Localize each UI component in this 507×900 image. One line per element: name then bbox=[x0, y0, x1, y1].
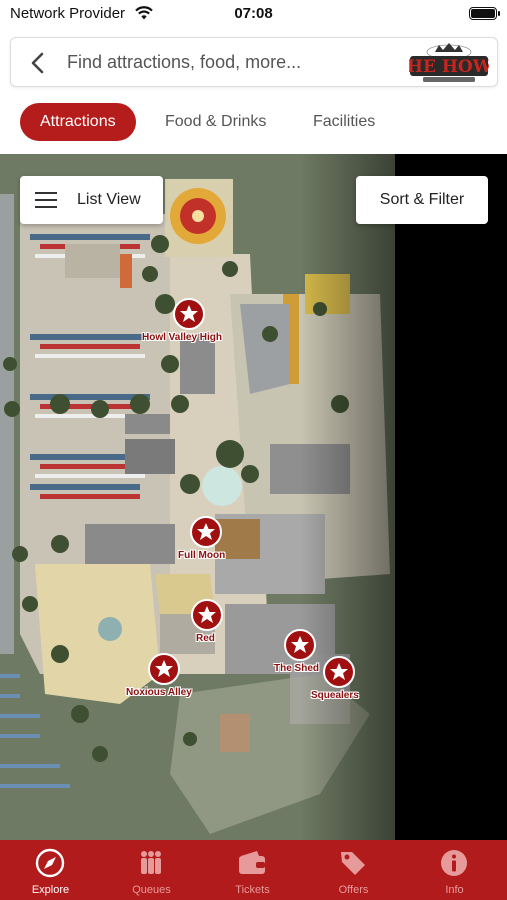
list-view-button[interactable]: List View bbox=[20, 176, 163, 224]
marker-howl-valley-high[interactable]: Howl Valley High bbox=[142, 332, 222, 343]
map-image bbox=[0, 154, 507, 840]
nav-queues-label: Queues bbox=[132, 884, 171, 896]
category-tabs: Attractions Food & Drinks Facilities bbox=[0, 96, 507, 154]
queue-icon bbox=[141, 851, 161, 874]
compass-icon bbox=[35, 848, 65, 878]
svg-text:THE HOWL: THE HOWL bbox=[409, 57, 489, 77]
info-icon bbox=[441, 850, 467, 876]
nav-info[interactable]: Info bbox=[404, 840, 505, 900]
nav-offers[interactable]: Offers bbox=[303, 840, 404, 900]
marker-the-shed[interactable]: The Shed bbox=[274, 663, 319, 674]
the-howl-logo: THE HOWL bbox=[409, 43, 489, 82]
tab-food-drinks[interactable]: Food & Drinks bbox=[165, 103, 266, 141]
nav-info-label: Info bbox=[445, 884, 464, 896]
nav-explore-label: Explore bbox=[31, 884, 70, 896]
nav-tickets[interactable]: Tickets bbox=[202, 840, 303, 900]
nav-queues[interactable]: Queues bbox=[101, 840, 202, 900]
clock: 07:08 bbox=[234, 5, 273, 22]
list-icon bbox=[35, 192, 57, 208]
sort-filter-button[interactable]: Sort & Filter bbox=[356, 176, 488, 224]
search-bar[interactable]: Find attractions, food, more... THE HOWL bbox=[10, 37, 498, 87]
wallet-icon bbox=[239, 851, 265, 874]
status-bar: Network Provider 07:08 bbox=[0, 0, 507, 30]
marker-squealers[interactable]: Squealers bbox=[311, 690, 359, 701]
nav-tickets-label: Tickets bbox=[235, 884, 270, 896]
tag-icon bbox=[341, 852, 365, 875]
marker-full-moon[interactable]: Full Moon bbox=[178, 550, 225, 561]
marker-red[interactable]: Red bbox=[196, 633, 215, 644]
back-chevron-icon[interactable] bbox=[25, 49, 51, 77]
park-map[interactable]: Howl Valley High Full Moon Red Noxious A… bbox=[0, 154, 507, 840]
marker-noxious-alley[interactable]: Noxious Alley bbox=[126, 687, 192, 698]
tab-facilities[interactable]: Facilities bbox=[313, 103, 375, 141]
tab-attractions[interactable]: Attractions bbox=[20, 103, 136, 141]
list-view-label: List View bbox=[77, 191, 141, 208]
battery-icon bbox=[469, 7, 500, 20]
nav-offers-label: Offers bbox=[338, 884, 369, 896]
bottom-nav: Explore Queues Tickets Offers Info bbox=[0, 840, 507, 900]
search-input[interactable]: Find attractions, food, more... bbox=[67, 52, 301, 73]
nav-explore[interactable]: Explore bbox=[0, 840, 101, 900]
